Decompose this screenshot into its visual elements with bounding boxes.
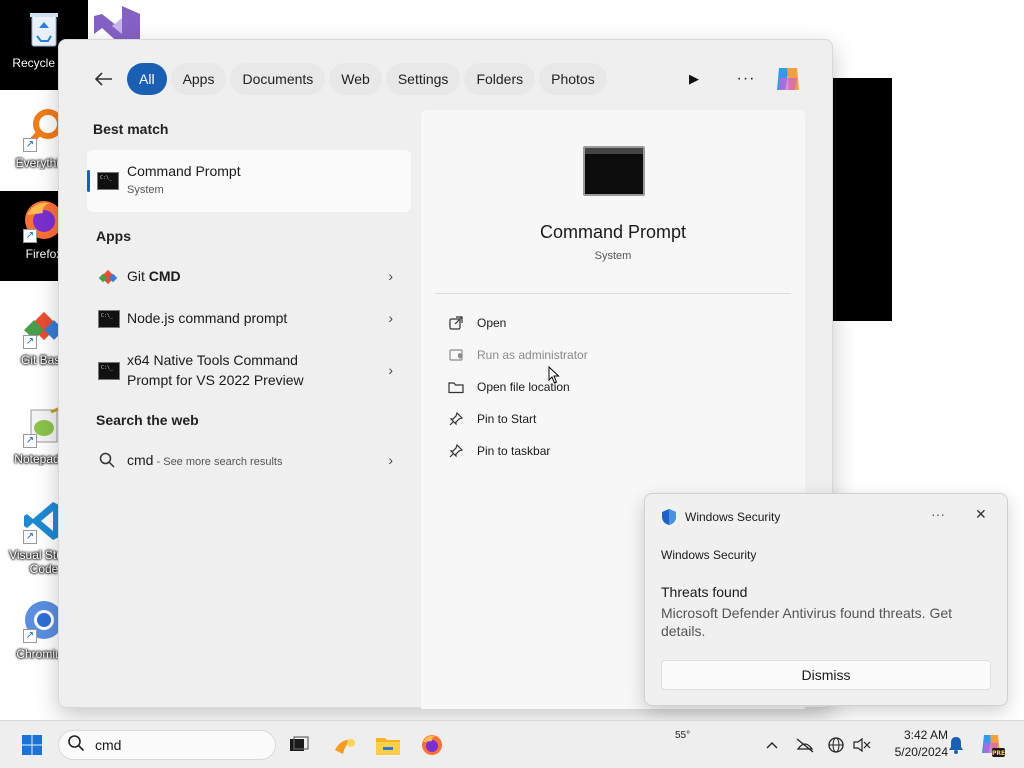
filter-web[interactable]: Web: [329, 63, 382, 95]
web-search-query: cmd: [127, 452, 154, 468]
toast-app-name: Windows Security: [685, 510, 781, 524]
shortcut-arrow-icon: ↗: [23, 434, 37, 448]
action-label: Open: [477, 316, 507, 330]
filter-settings[interactable]: Settings: [385, 63, 461, 95]
command-prompt-large-icon: [583, 146, 645, 196]
app-result-nodejs-prompt[interactable]: Node.js command prompt ›: [87, 298, 411, 338]
filter-photos[interactable]: Photos: [539, 63, 607, 95]
windows-security-shield-icon: [661, 508, 677, 526]
filter-all[interactable]: All: [127, 63, 167, 95]
preview-title: Command Prompt: [539, 222, 687, 242]
web-search-label: cmd - See more search results: [127, 452, 282, 468]
action-label: Pin to taskbar: [477, 444, 551, 458]
action-label: Run as administrator: [477, 348, 588, 362]
toast-body: Microsoft Defender Antivirus found threa…: [661, 605, 953, 639]
app-result-x64-native-tools[interactable]: x64 Native Tools Command Prompt for VS 2…: [87, 345, 411, 395]
action-run-as-admin[interactable]: Run as administrator: [447, 343, 588, 367]
app-result-label-line1: x64 Native Tools Command: [127, 352, 298, 368]
chevron-right-icon[interactable]: ›: [388, 452, 393, 468]
app-result-label-prefix: Git: [127, 268, 149, 284]
copilot-icon[interactable]: [771, 62, 805, 96]
taskbar-search-input[interactable]: cmd: [58, 730, 276, 760]
mouse-cursor-icon: [548, 365, 560, 384]
action-label: Pin to Start: [477, 412, 537, 426]
best-match-header: Best match: [93, 121, 169, 137]
folder-icon: [447, 378, 465, 396]
network-offline-icon[interactable]: [795, 735, 815, 755]
git-icon: [98, 267, 118, 287]
search-icon: [67, 734, 85, 757]
apps-header: Apps: [96, 228, 131, 244]
notification-toast[interactable]: Windows Security ··· ✕ Windows Security …: [644, 493, 1008, 706]
back-arrow-icon[interactable]: [87, 62, 121, 96]
chevron-right-icon[interactable]: ›: [388, 362, 393, 378]
clock-date: 5/20/2024: [894, 745, 948, 759]
background-window: [830, 78, 892, 321]
clock-time: 3:42 AM: [903, 728, 948, 742]
best-match-item[interactable]: Command Prompt System: [87, 150, 411, 212]
app-result-label-match: CMD: [148, 268, 181, 284]
action-open[interactable]: Open: [447, 311, 506, 335]
pin-icon: [447, 442, 465, 460]
command-prompt-icon: [97, 172, 119, 190]
chevron-right-icon[interactable]: ›: [388, 310, 393, 326]
copilot-taskbar-icon[interactable]: PRE: [976, 729, 1008, 761]
pin-icon: [447, 410, 465, 428]
shortcut-arrow-icon: ↗: [23, 229, 37, 243]
weather-widget[interactable]: 55°: [330, 729, 690, 761]
shortcut-arrow-icon: ↗: [23, 138, 37, 152]
web-search-hint: - See more search results: [153, 456, 283, 468]
file-explorer-icon[interactable]: [372, 729, 404, 761]
chevron-up-icon[interactable]: [762, 735, 782, 755]
filter-bar: All Apps Documents Web Settings Folders …: [87, 62, 611, 96]
filter-folders[interactable]: Folders: [464, 63, 536, 95]
search-icon: [99, 452, 115, 468]
taskbar: cmd 55° 3:42 AM 5/20/2024 PRE: [0, 720, 1024, 768]
action-pin-to-start[interactable]: Pin to Start: [447, 407, 536, 431]
best-match-title: Command Prompt: [127, 163, 241, 179]
taskbar-search-text: cmd: [95, 737, 122, 753]
volume-muted-icon[interactable]: [852, 735, 872, 755]
more-filters-play-icon[interactable]: ▶: [679, 64, 709, 94]
command-prompt-icon: [98, 310, 120, 328]
shortcut-arrow-icon: ↗: [23, 629, 37, 643]
best-match-subtitle: System: [127, 184, 164, 196]
app-result-git-cmd[interactable]: Git CMD ›: [87, 256, 411, 296]
close-icon[interactable]: ✕: [975, 506, 987, 523]
taskbar-clock[interactable]: 3:42 AM 5/20/2024: [880, 727, 948, 761]
web-search-result[interactable]: cmd - See more search results ›: [87, 440, 411, 480]
open-external-icon: [447, 314, 465, 332]
app-result-label-line2: Prompt for VS 2022 Preview: [127, 372, 304, 388]
toast-source: Windows Security: [661, 548, 757, 562]
app-result-label: Git CMD: [127, 268, 181, 284]
shortcut-arrow-icon: ↗: [23, 335, 37, 349]
command-prompt-icon: [98, 362, 120, 380]
search-web-header: Search the web: [96, 412, 199, 428]
divider: [435, 293, 791, 294]
start-windows-icon[interactable]: [16, 729, 48, 761]
filter-apps[interactable]: Apps: [170, 63, 227, 95]
action-pin-to-taskbar[interactable]: Pin to taskbar: [447, 439, 550, 463]
notification-bell-icon[interactable]: [946, 735, 966, 755]
toast-title: Threats found: [661, 584, 748, 600]
weather-temperature: 55°: [675, 730, 691, 741]
task-view-icon[interactable]: [283, 729, 315, 761]
filter-documents[interactable]: Documents: [230, 63, 326, 95]
globe-icon[interactable]: [826, 735, 846, 755]
dismiss-button[interactable]: Dismiss: [661, 660, 991, 690]
more-options-icon[interactable]: ···: [731, 64, 761, 94]
selection-indicator: [87, 170, 90, 192]
shield-admin-icon: [447, 346, 465, 364]
copilot-badge: PRE: [992, 750, 1005, 757]
toast-more-options-icon[interactable]: ···: [931, 506, 945, 522]
preview-subtitle: System: [594, 250, 632, 262]
chevron-right-icon[interactable]: ›: [388, 268, 393, 284]
app-result-label: Node.js command prompt: [127, 310, 288, 326]
shortcut-arrow-icon: ↗: [23, 530, 37, 544]
firefox-taskbar-icon[interactable]: [416, 729, 448, 761]
